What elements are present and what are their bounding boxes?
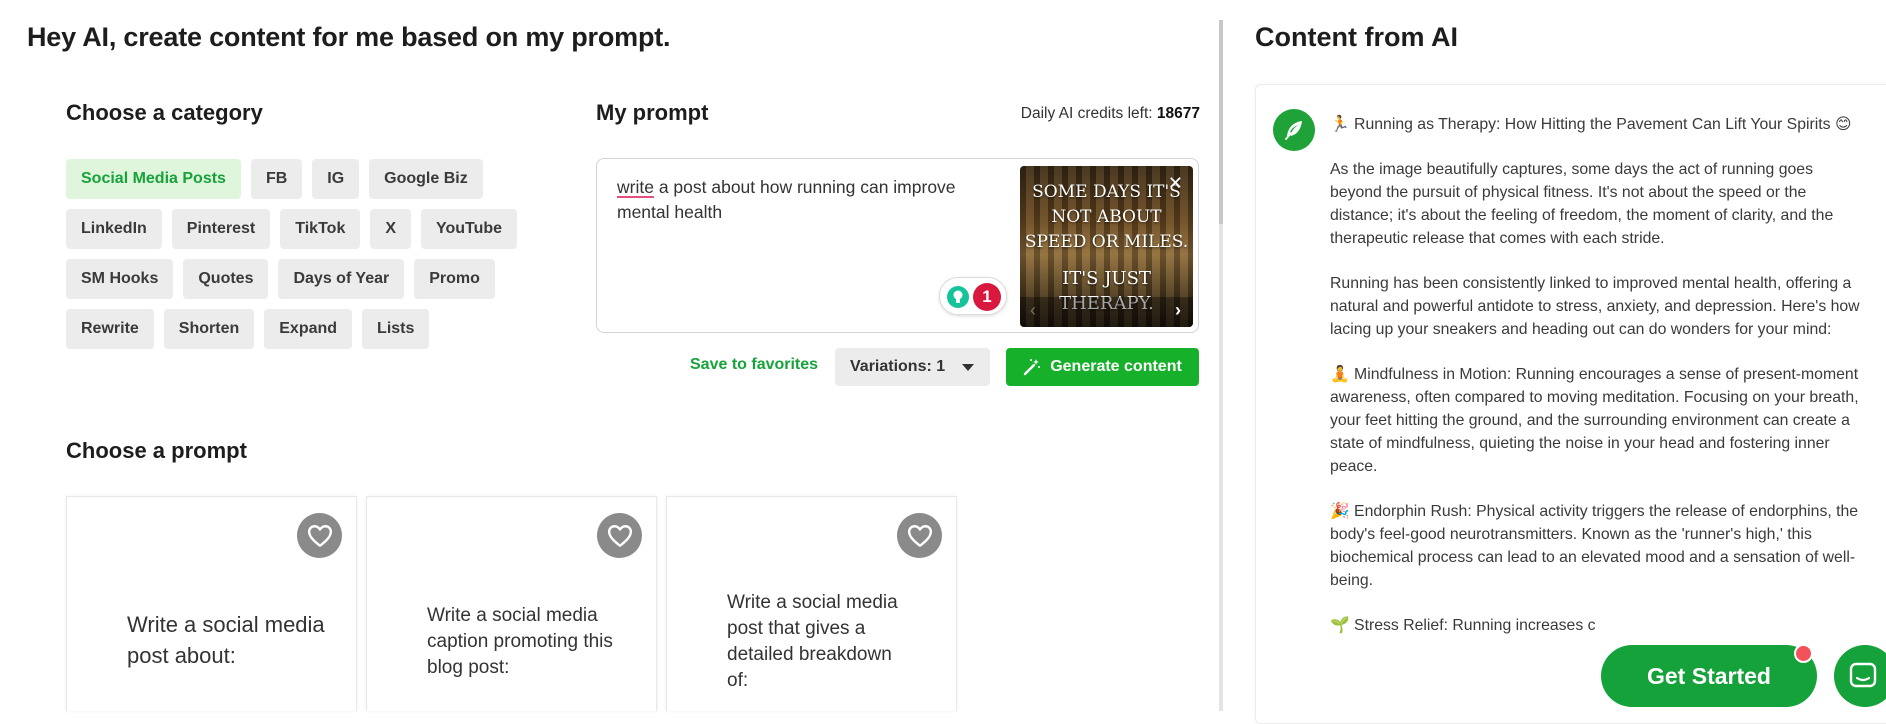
category-row: Rewrite Shorten Expand Lists bbox=[66, 309, 546, 349]
category-chips: Social Media Posts FB IG Google Biz Link… bbox=[66, 159, 546, 359]
credits-value: 18677 bbox=[1156, 105, 1200, 122]
chip-lists[interactable]: Lists bbox=[362, 309, 430, 349]
chip-ig[interactable]: IG bbox=[312, 159, 360, 199]
chip-youtube[interactable]: YouTube bbox=[421, 209, 518, 249]
chip-social-media-posts[interactable]: Social Media Posts bbox=[66, 159, 241, 199]
chip-days-of-year[interactable]: Days of Year bbox=[278, 259, 405, 299]
grammarly-widget[interactable]: 1 bbox=[939, 277, 1007, 315]
prompt-card[interactable]: Write a social media post that gives a d… bbox=[666, 496, 957, 711]
ai-response-text: 🏃 Running as Therapy: How Hitting the Pa… bbox=[1330, 113, 1860, 659]
scrollbar-thumb[interactable] bbox=[1219, 20, 1223, 224]
prompt-card-text: Write a social media caption promoting t… bbox=[427, 605, 613, 678]
prompt-card-text: Write a social media post about: bbox=[127, 612, 325, 668]
lightbulb-icon bbox=[947, 286, 969, 308]
chip-quotes[interactable]: Quotes bbox=[183, 259, 269, 299]
chip-linkedin[interactable]: LinkedIn bbox=[66, 209, 162, 249]
misspelled-word[interactable]: write bbox=[617, 177, 654, 197]
chip-tiktok[interactable]: TikTok bbox=[280, 209, 361, 249]
credits-counter: Daily AI credits left: 18677 bbox=[1021, 105, 1200, 123]
ai-paragraph: 🎉 Endorphin Rush: Physical activity trig… bbox=[1330, 503, 1859, 589]
ai-content-panel: Content from AI 🏃 Running as Therapy: Ho… bbox=[1238, 0, 1886, 724]
chip-sm-hooks[interactable]: SM Hooks bbox=[66, 259, 174, 299]
ai-paragraph: Running has been consistently linked to … bbox=[1330, 275, 1860, 338]
chip-x[interactable]: X bbox=[370, 209, 412, 249]
heart-icon[interactable] bbox=[297, 513, 342, 558]
category-row: Social Media Posts FB IG Google Biz bbox=[66, 159, 546, 199]
chip-fb[interactable]: FB bbox=[250, 159, 303, 199]
prompt-card[interactable]: Write a social media caption promoting t… bbox=[366, 496, 657, 711]
grammarly-count-badge: 1 bbox=[973, 283, 1001, 311]
page-title: Hey AI, create content for me based on m… bbox=[27, 22, 671, 52]
prompt-text-rest: a post about how running can improve men… bbox=[617, 177, 956, 222]
attached-image[interactable]: SOME DAYS IT'S NOT ABOUT SPEED OR MILES.… bbox=[1020, 166, 1193, 327]
prompt-text[interactable]: write a post about how running can impro… bbox=[617, 175, 1007, 225]
prompt-card[interactable]: Write a social media post about: bbox=[66, 496, 357, 711]
magic-wand-icon bbox=[1024, 359, 1041, 376]
close-icon[interactable]: ✕ bbox=[1168, 174, 1183, 192]
chip-rewrite[interactable]: Rewrite bbox=[66, 309, 154, 349]
chip-pinterest[interactable]: Pinterest bbox=[171, 209, 271, 249]
ai-paragraph: 🧘 Mindfulness in Motion: Running encoura… bbox=[1330, 366, 1859, 475]
variations-dropdown[interactable]: Variations: 1 bbox=[835, 348, 990, 386]
ai-content-title: Content from AI bbox=[1255, 22, 1458, 52]
prompt-card-text: Write a social media post that gives a d… bbox=[727, 592, 898, 691]
chevron-left-icon[interactable]: ‹ bbox=[1030, 300, 1036, 321]
chip-google-biz[interactable]: Google Biz bbox=[369, 159, 483, 199]
my-prompt-title: My prompt bbox=[596, 100, 709, 125]
choose-prompt-title: Choose a prompt bbox=[66, 438, 247, 463]
chip-expand[interactable]: Expand bbox=[264, 309, 353, 349]
generate-label: Generate content bbox=[1050, 358, 1182, 375]
chevron-right-icon[interactable]: › bbox=[1175, 300, 1181, 321]
heart-icon[interactable] bbox=[897, 513, 942, 558]
notification-dot bbox=[1794, 644, 1813, 663]
chip-shorten[interactable]: Shorten bbox=[163, 309, 255, 349]
panel-scrollbar[interactable] bbox=[1219, 20, 1223, 711]
ai-response-card: 🏃 Running as Therapy: How Hitting the Pa… bbox=[1255, 84, 1886, 724]
credits-label: Daily AI credits left: bbox=[1020, 105, 1153, 122]
ai-paragraph: 🌱 Stress Relief: Running increases c bbox=[1330, 617, 1596, 634]
caret-down-icon bbox=[962, 364, 974, 371]
category-row: SM Hooks Quotes Days of Year Promo bbox=[66, 259, 546, 299]
ai-paragraph: As the image beautifully captures, some … bbox=[1330, 161, 1834, 247]
category-row: LinkedIn Pinterest TikTok X YouTube bbox=[66, 209, 546, 249]
prompt-input[interactable]: write a post about how running can impro… bbox=[596, 158, 1199, 333]
category-title: Choose a category bbox=[66, 100, 263, 125]
variations-label: Variations: 1 bbox=[850, 358, 946, 375]
prompt-builder-panel: Hey AI, create content for me based on m… bbox=[0, 0, 1220, 711]
ai-paragraph: 🏃 Running as Therapy: How Hitting the Pa… bbox=[1330, 116, 1852, 133]
heart-icon[interactable] bbox=[597, 513, 642, 558]
get-started-button[interactable]: Get Started bbox=[1601, 645, 1817, 707]
chip-promo[interactable]: Promo bbox=[414, 259, 495, 299]
feather-icon bbox=[1273, 109, 1315, 151]
prompt-cards: Write a social media post about: Write a… bbox=[66, 496, 957, 711]
generate-content-button[interactable]: Generate content bbox=[1006, 348, 1199, 386]
image-nav-bar bbox=[1020, 297, 1193, 327]
save-to-favorites-link[interactable]: Save to favorites bbox=[690, 356, 818, 374]
